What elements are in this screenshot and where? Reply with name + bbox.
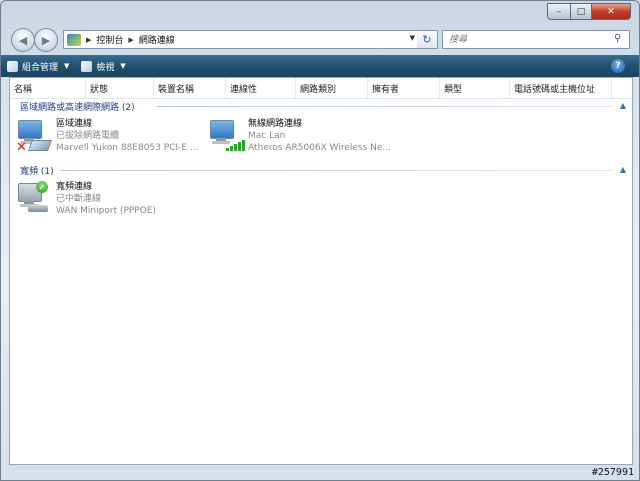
collapse-group-icon[interactable]: ▲ <box>620 101 626 110</box>
views-button[interactable]: 檢視 ▼ <box>75 55 131 77</box>
control-panel-icon <box>67 33 81 46</box>
forward-arrow-icon: ▶ <box>41 33 51 47</box>
group-divider <box>60 170 612 171</box>
close-button[interactable]: ✕ <box>591 3 631 20</box>
connection-device: WAN Miniport (PPPOE) <box>56 206 157 216</box>
breadcrumb-control-panel[interactable]: 控制台 <box>96 33 123 46</box>
refresh-button[interactable]: ↻ <box>417 30 438 49</box>
help-button[interactable]: ? <box>611 59 625 73</box>
breadcrumb-network-connections[interactable]: 網路連線 <box>139 33 175 46</box>
wireless-connection-icon <box>208 118 245 154</box>
column-header-device-name[interactable]: 裝置名稱 <box>154 78 226 98</box>
breadcrumb-separator-icon[interactable]: ▶ <box>128 36 133 44</box>
group-divider <box>156 106 612 107</box>
caption-buttons: – □ ✕ <box>547 3 631 20</box>
column-header-type[interactable]: 類型 <box>440 78 510 98</box>
views-label: 檢視 <box>96 62 115 73</box>
connection-device: Marvell Yukon 88E8053 PCI-E ... <box>56 143 199 153</box>
minimize-button[interactable]: – <box>547 3 570 20</box>
signal-strength-icon <box>226 140 245 151</box>
forward-button[interactable]: ▶ <box>34 28 58 52</box>
address-bar[interactable]: ▶ 控制台 ▶ 網路連線 ▼ <box>63 30 419 49</box>
column-header-status[interactable]: 狀態 <box>86 78 154 98</box>
connection-wireless[interactable]: 無線網路連線 Mac Lan Atheros AR5006X Wireless … <box>208 118 391 154</box>
command-bar: 組合管理 ▼ 檢視 ▼ <box>1 55 639 77</box>
connection-device: Atheros AR5006X Wireless Ne... <box>248 143 392 153</box>
search-box[interactable]: ⚲ <box>442 30 630 49</box>
connection-status: 已拔除網路電纜 <box>56 131 120 141</box>
column-header-phone-or-host[interactable]: 電話號碼或主機位址 <box>510 78 612 98</box>
connected-check-icon: ✓ <box>36 181 48 193</box>
connection-broadband[interactable]: ✓ 寬頻連線 已中斷連線 WAN Miniport (PPPOE) <box>16 181 156 217</box>
column-header-name[interactable]: 名稱 <box>10 78 86 98</box>
disconnected-x-icon: ✕ <box>16 140 27 155</box>
connection-name: 區域連線 <box>56 119 93 129</box>
organize-button[interactable]: 組合管理 ▼ <box>1 55 75 77</box>
connection-name: 寬頻連線 <box>56 182 93 192</box>
column-header-row: 名稱 狀態 裝置名稱 連線性 網路類別 擁有者 類型 電話號碼或主機位址 <box>10 78 632 99</box>
group-header-lan[interactable]: 區域網路或高速網際網路 (2) <box>20 100 135 113</box>
back-arrow-icon: ◀ <box>18 33 28 47</box>
connection-status: 已中斷連線 <box>56 194 102 204</box>
column-header-owner[interactable]: 擁有者 <box>368 78 440 98</box>
chevron-down-icon: ▼ <box>120 62 126 70</box>
chevron-down-icon: ▼ <box>64 62 70 70</box>
maximize-button[interactable]: □ <box>570 3 591 20</box>
watermark-text: #257991 <box>591 467 634 478</box>
group-header-broadband[interactable]: 寬頻 (1) <box>20 164 54 177</box>
organize-icon <box>7 60 18 72</box>
refresh-icon: ↻ <box>422 33 432 46</box>
network-connections-window: – □ ✕ ◀ ▶ ▶ 控制台 ▶ 網路連線 ▼ ↻ ⚲ 組合管理 ▼ 檢視 ▼… <box>0 0 640 481</box>
search-input[interactable] <box>447 33 611 46</box>
connection-local-area[interactable]: ✕ 區域連線 已拔除網路電纜 Marvell Yukon 88E8053 PCI… <box>16 118 199 155</box>
file-list-pane: 名稱 狀態 裝置名稱 連線性 網路類別 擁有者 類型 電話號碼或主機位址 區域網… <box>9 77 633 465</box>
wired-connection-icon: ✕ <box>16 118 53 155</box>
breadcrumb-separator-icon[interactable]: ▶ <box>86 36 91 44</box>
collapse-group-icon[interactable]: ▲ <box>620 165 626 174</box>
broadband-connection-icon: ✓ <box>16 181 50 217</box>
views-icon <box>81 60 93 72</box>
column-header-network-category[interactable]: 網路類別 <box>296 78 368 98</box>
organize-label: 組合管理 <box>22 62 59 73</box>
address-dropdown-icon[interactable]: ▼ <box>410 34 415 42</box>
column-header-connectivity[interactable]: 連線性 <box>226 78 296 98</box>
connection-status: Mac Lan <box>248 131 286 141</box>
back-button[interactable]: ◀ <box>11 28 35 52</box>
connection-name: 無線網路連線 <box>248 119 303 129</box>
search-icon[interactable]: ⚲ <box>614 33 626 45</box>
